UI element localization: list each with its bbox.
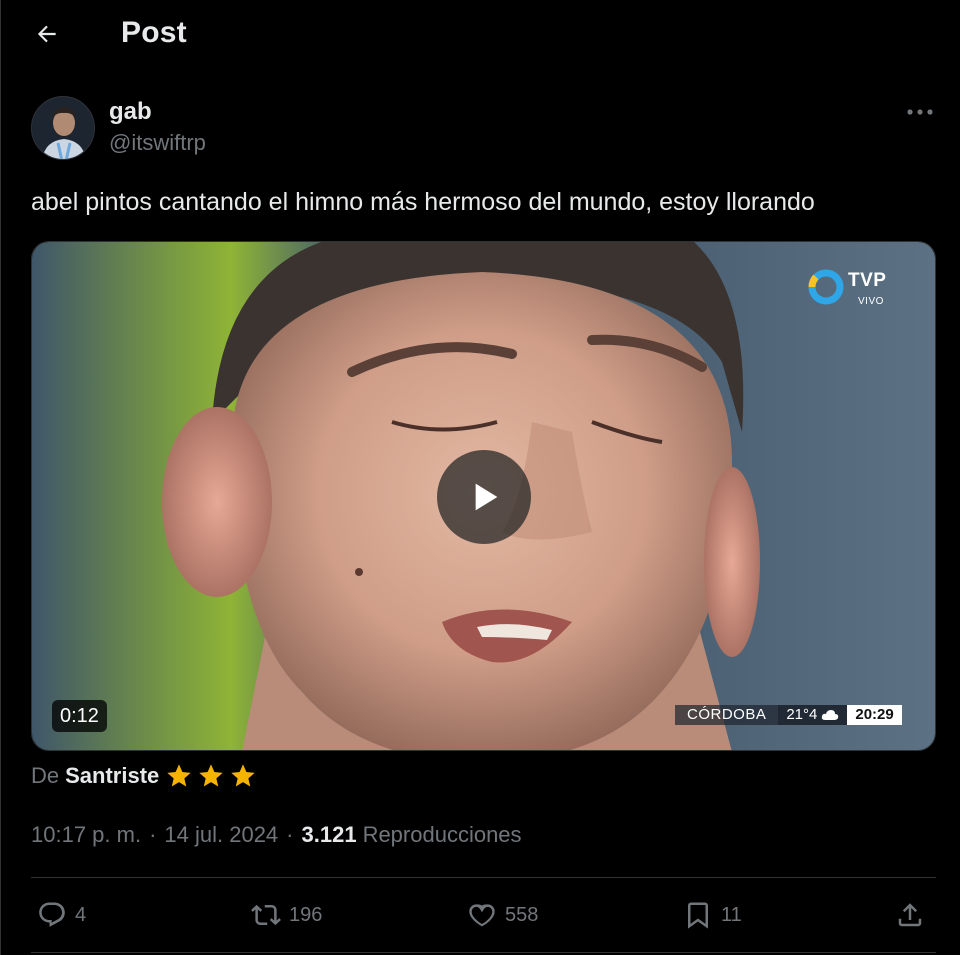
tvp-ring-icon bbox=[808, 269, 844, 305]
repost-button[interactable]: 196 bbox=[251, 893, 322, 937]
star-icon bbox=[167, 764, 191, 787]
channel-live-label: VIVO bbox=[858, 296, 884, 307]
repost-icon bbox=[251, 904, 281, 926]
star-icon bbox=[199, 764, 223, 787]
like-count: 558 bbox=[505, 903, 539, 926]
channel-logo: TVP VIVO bbox=[802, 268, 902, 312]
back-button[interactable] bbox=[27, 14, 67, 54]
heart-icon bbox=[469, 904, 495, 927]
meta-separator: · bbox=[286, 822, 294, 847]
reply-count: 4 bbox=[75, 903, 87, 926]
attribution-name[interactable]: Santriste bbox=[65, 763, 159, 789]
more-horizontal-icon bbox=[907, 109, 933, 115]
author-name[interactable]: gab bbox=[109, 98, 152, 126]
share-icon bbox=[898, 903, 922, 927]
author-handle[interactable]: @itswiftrp bbox=[109, 130, 206, 156]
bookmark-button[interactable]: 11 bbox=[683, 893, 742, 937]
meta-separator: · bbox=[149, 822, 157, 847]
like-button[interactable]: 558 bbox=[467, 893, 538, 937]
share-button[interactable] bbox=[895, 893, 925, 937]
reply-button[interactable]: 4 bbox=[37, 893, 86, 937]
broadcast-temperature: 21°4 bbox=[778, 705, 848, 725]
more-options-button[interactable] bbox=[904, 100, 936, 124]
video-duration: 0:12 bbox=[52, 700, 107, 732]
post-actions: 4 196 558 11 bbox=[31, 893, 936, 937]
play-icon bbox=[475, 483, 498, 511]
broadcast-city: CÓRDOBA bbox=[675, 705, 779, 725]
star-icon bbox=[231, 764, 255, 787]
reply-icon bbox=[39, 902, 65, 927]
play-button[interactable] bbox=[437, 450, 531, 544]
bookmark-count: 11 bbox=[721, 903, 742, 926]
post-page: Post gab @itswiftrp abel pintos cantando… bbox=[0, 0, 960, 955]
avatar-image bbox=[32, 97, 94, 159]
cloud-icon bbox=[822, 710, 839, 720]
page-title: Post bbox=[121, 16, 187, 49]
attribution-prefix: De bbox=[31, 763, 60, 788]
bookmark-icon bbox=[688, 902, 708, 929]
arrow-left-icon bbox=[37, 25, 56, 43]
post-author: gab @itswiftrp bbox=[31, 96, 936, 162]
post-text: abel pintos cantando el himno más hermos… bbox=[31, 188, 815, 216]
avatar[interactable] bbox=[31, 96, 95, 160]
views-count: 3.121 bbox=[301, 822, 357, 847]
temperature-value: 21°4 bbox=[786, 706, 818, 723]
channel-name: TVP bbox=[848, 270, 887, 291]
page-header: Post bbox=[1, 0, 960, 70]
post-time[interactable]: 10:17 p. m. bbox=[31, 822, 141, 848]
video-attribution: De Santriste bbox=[31, 760, 261, 792]
views-label: Reproducciones bbox=[362, 822, 522, 847]
repost-count: 196 bbox=[289, 903, 323, 926]
video-player[interactable]: TVP VIVO 0:12 CÓRDOBA 21°4 20:29 bbox=[31, 241, 936, 751]
bottom-divider bbox=[31, 952, 936, 953]
post-date[interactable]: 14 jul. 2024 bbox=[164, 822, 278, 848]
post-meta: 10:17 p. m. · 14 jul. 2024 · 3.121 Repro… bbox=[31, 820, 522, 850]
broadcast-time: 20:29 bbox=[847, 705, 902, 725]
divider bbox=[31, 877, 936, 878]
broadcast-info-bar: CÓRDOBA 21°4 20:29 bbox=[675, 705, 902, 725]
